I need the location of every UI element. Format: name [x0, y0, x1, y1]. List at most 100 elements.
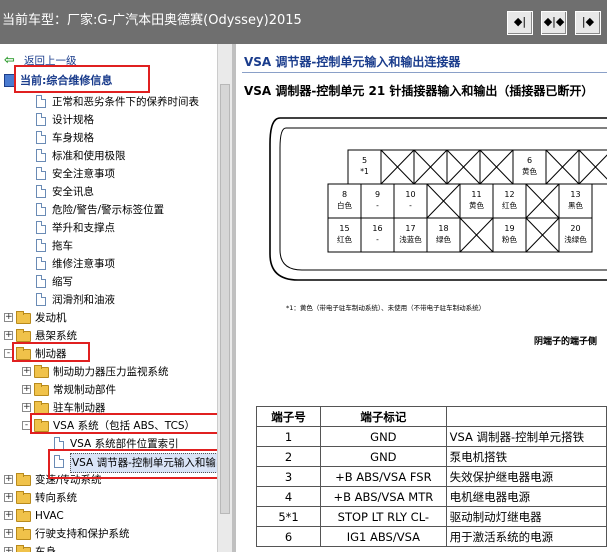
document-icon	[36, 275, 46, 288]
car-model-title: 当前车型：厂家:G-广汽本田奥德赛(Odyssey)2015	[2, 13, 302, 28]
document-icon	[36, 149, 46, 162]
section-divider	[242, 72, 607, 73]
tree-item-label: 常规制动部件	[53, 384, 116, 396]
expand-icon[interactable]: +	[22, 385, 31, 394]
desc-cell: 用于激活系统的电源	[445, 526, 607, 547]
tree-item[interactable]: + 常规制动部件	[0, 381, 216, 399]
tree-item[interactable]: 正常和恶劣条件下的保养时间表	[0, 93, 216, 111]
pin-cell: 1	[255, 426, 322, 447]
document-icon	[36, 167, 46, 180]
pin-number: 20	[570, 224, 580, 233]
collapse-right-button[interactable]: |◆	[575, 11, 601, 35]
pin-color: -	[409, 201, 412, 210]
scrollbar-thumb[interactable]	[220, 84, 230, 514]
connector-diagram: 5*16黄色8白色9-10-11黄色12红色13黑色15红色16-17浅蓝色18…	[269, 117, 607, 281]
pin-number: 11	[471, 190, 481, 199]
tree-item[interactable]: 标准和使用极限	[0, 147, 216, 165]
document-icon	[36, 257, 46, 270]
tree-item[interactable]: 安全注意事项	[0, 165, 216, 183]
tree-item-label: 安全讯息	[52, 186, 94, 198]
collapse-left-button[interactable]: ◆|	[507, 11, 533, 35]
folder-icon	[16, 311, 31, 324]
tree-item[interactable]: 拖车	[0, 237, 216, 255]
tree-item-label: 拖车	[52, 240, 73, 252]
document-icon	[36, 293, 46, 306]
header-mark: 端子标记	[320, 406, 447, 427]
table-header-row: 端子号 端子标记	[255, 406, 607, 427]
expand-icon[interactable]: +	[4, 313, 13, 322]
tree-item[interactable]: 安全讯息	[0, 183, 216, 201]
pin-color: -	[376, 201, 379, 210]
table-row: 2 GND 泵电机搭铁	[255, 446, 607, 467]
tree-item[interactable]: + HVAC	[0, 507, 216, 525]
folder-icon	[16, 527, 31, 540]
pin-number: 13	[570, 190, 580, 199]
tree-scrollbar[interactable]	[217, 44, 232, 552]
content-pane: VSA 调节器-控制单元输入和输出连接器 VSA 调制器-控制单元 21 针插接…	[236, 44, 607, 552]
expand-icon[interactable]: +	[22, 367, 31, 376]
table-row: 6 IG1 ABS/VSA 用于激活系统的电源	[255, 526, 607, 547]
pin-grid: 5*16黄色8白色9-10-11黄色12红色13黑色15红色16-17浅蓝色18…	[327, 149, 607, 253]
pin-number: 17	[405, 224, 415, 233]
expand-icon[interactable]: +	[4, 547, 13, 552]
mark-cell: GND	[320, 426, 447, 447]
document-icon	[36, 131, 46, 144]
header-desc	[445, 406, 607, 427]
desc-cell: 电机继电器电源	[445, 486, 607, 507]
document-icon	[36, 203, 46, 216]
pin-number: 19	[504, 224, 514, 233]
tree-item-label: 转向系统	[35, 492, 77, 504]
pin-cell: 5*1	[255, 506, 322, 527]
document-icon	[36, 239, 46, 252]
expand-icon[interactable]: +	[4, 331, 13, 340]
pin-number: 16	[372, 224, 382, 233]
tree-item-label: 制动助力器压力监视系统	[53, 366, 169, 378]
tree-item[interactable]: 维修注意事项	[0, 255, 216, 273]
terminal-side-note: 阴端子的端子侧	[534, 337, 598, 347]
expand-icon[interactable]: +	[22, 403, 31, 412]
tree-item-label: 危险/警告/警示标签位置	[52, 204, 165, 216]
split-view-button[interactable]: ◆|◆	[541, 11, 567, 35]
desc-cell: 失效保护继电器电源	[445, 466, 607, 487]
pin-color: 红色	[337, 234, 352, 244]
pin-cell: 4	[255, 486, 322, 507]
tree-item[interactable]: 缩写	[0, 273, 216, 291]
tree-item[interactable]: + 转向系统	[0, 489, 216, 507]
expand-icon[interactable]: +	[4, 493, 13, 502]
pin-color: 浅绿色	[564, 234, 587, 244]
pin-color: 黄色	[469, 200, 484, 210]
pin-color: -	[376, 235, 379, 244]
tree-item[interactable]: + 制动助力器压力监视系统	[0, 363, 216, 381]
expand-icon[interactable]: +	[4, 511, 13, 520]
pin-color: 红色	[502, 200, 517, 210]
pin-cell: 3	[255, 466, 322, 487]
expand-icon[interactable]: +	[4, 529, 13, 538]
figure-title: VSA 调制器-控制单元 21 针插接器输入和输出（插接器已断开）	[244, 84, 594, 98]
tree-item[interactable]: 设计规格	[0, 111, 216, 129]
pin-note: *1	[360, 167, 369, 176]
tree-item-label: HVAC	[35, 510, 64, 522]
pin-number: 12	[504, 190, 514, 199]
tree-item-label: 举升和支撑点	[52, 222, 115, 234]
tree-item[interactable]: + 发动机	[0, 309, 216, 327]
expand-icon[interactable]: +	[4, 475, 13, 484]
tree-item[interactable]: + 车身	[0, 543, 216, 552]
tree-item[interactable]: 危险/警告/警示标签位置	[0, 201, 216, 219]
pin-cell: 6	[255, 526, 322, 547]
highlight-vsa-system	[30, 413, 221, 434]
highlight-brakes	[12, 342, 90, 362]
highlight-vsa-connector	[48, 449, 220, 479]
folder-icon	[34, 365, 49, 378]
title-bar: 当前车型：厂家:G-广汽本田奥德赛(Odyssey)2015 ◆| ◆|◆ |◆	[0, 0, 607, 44]
pin-number: 10	[405, 190, 415, 199]
tree-item[interactable]: 举升和支撑点	[0, 219, 216, 237]
tree-item-label: 设计规格	[52, 114, 94, 126]
tree-item[interactable]: + 行驶支持和保护系统	[0, 525, 216, 543]
pin-color: 黑色	[568, 200, 583, 210]
pin-number: 8	[342, 190, 347, 199]
tree-item-label: 车身规格	[52, 132, 94, 144]
pin-number: 9	[375, 190, 380, 199]
tree-item[interactable]: 车身规格	[0, 129, 216, 147]
tree-item-label: 维修注意事项	[52, 258, 115, 270]
tree-item[interactable]: 润滑剂和油液	[0, 291, 216, 309]
